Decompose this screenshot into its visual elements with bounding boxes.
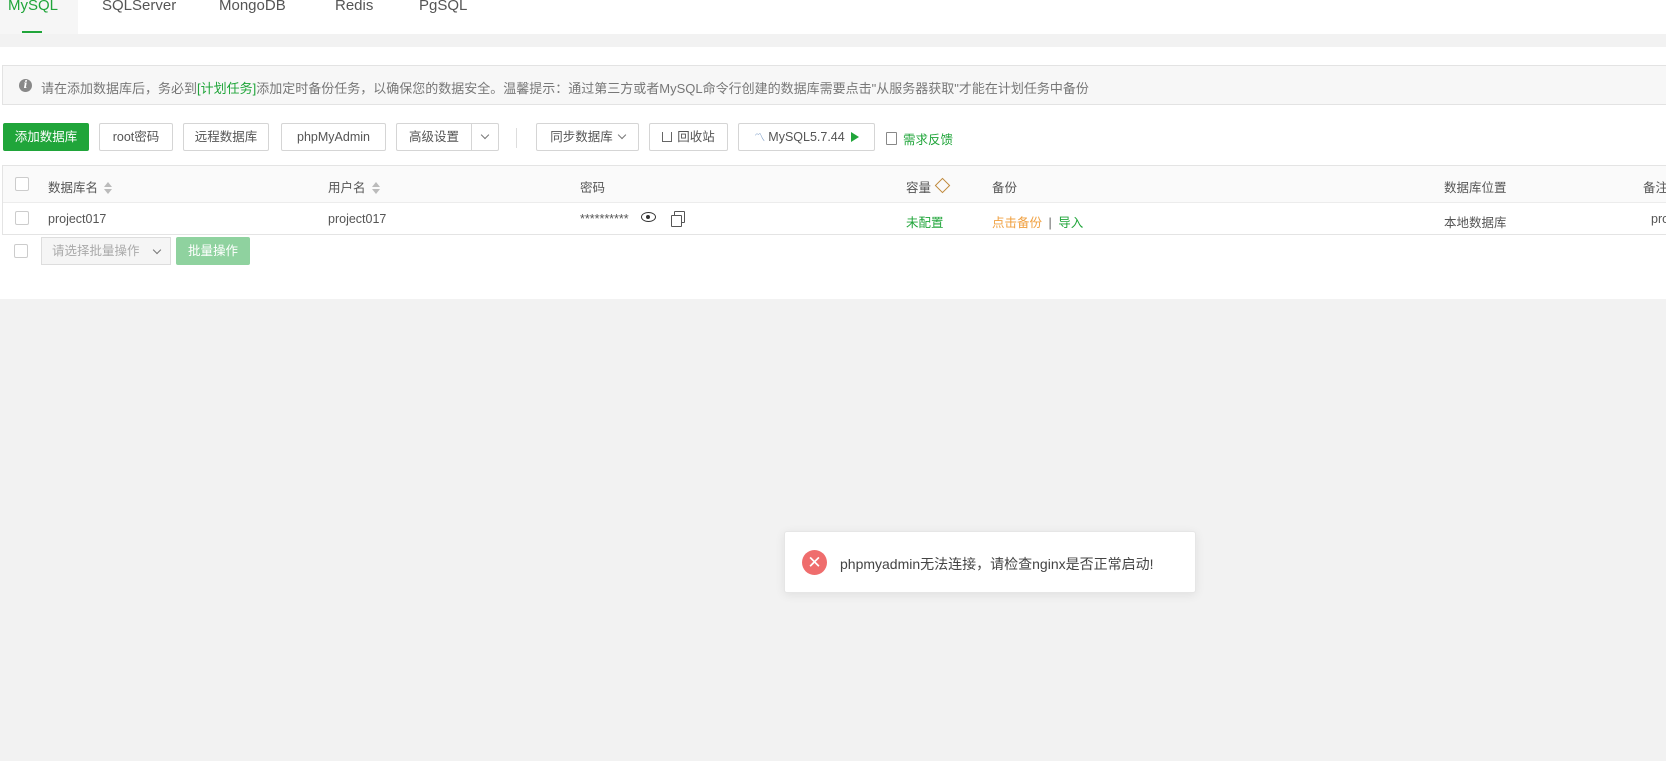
toast-message: phpmyadmin无法连接，请检查nginx是否正常启动! [840,556,1154,572]
mysql-dolphin-icon: 〽 [754,132,766,144]
notice-text: 请在添加数据库后，务必到[计划任务]添加定时备份任务，以确保您的数据安全。温馨提… [41,78,1089,97]
tab-label: MySQL [8,0,59,14]
feedback-link[interactable]: 需求反馈 [886,129,953,148]
tab-label: Redis [335,0,374,14]
tab-label: SQLServer [102,0,177,14]
header-location: 数据库位置 [1444,181,1507,195]
cell-location: 本地数据库 [1444,216,1507,230]
tab-label: PgSQL [419,0,468,14]
cell-database-name[interactable]: project017 [48,212,106,226]
notice-prefix: 请在添加数据库后，务必到 [41,81,198,96]
cell-username: project017 [328,212,387,226]
error-close-icon: ✕ [802,550,827,575]
remote-database-button[interactable]: 远程数据库 [183,123,269,151]
trash-icon [662,132,673,142]
error-toast: ✕ phpmyadmin无法连接，请检查nginx是否正常启动! [784,531,1196,593]
copy-password-icon[interactable] [670,211,685,227]
header-database-name[interactable]: 数据库名 [48,177,113,196]
batch-operation-select[interactable]: 请选择批量操作 [41,237,171,265]
backup-separator: | [1048,216,1052,230]
capacity-eye-icon[interactable] [934,177,951,194]
row-checkbox[interactable] [15,211,29,225]
info-icon: i [19,79,32,92]
play-icon [850,132,859,142]
batch-select-all-checkbox[interactable] [14,244,28,258]
backup-notice: i 请在添加数据库后，务必到[计划任务]添加定时备份任务，以确保您的数据安全。温… [2,65,1666,105]
add-database-button[interactable]: 添加数据库 [3,123,89,151]
header-backup: 备份 [992,181,1018,195]
database-panel: i 请在添加数据库后，务必到[计划任务]添加定时备份任务，以确保您的数据安全。温… [0,47,1666,299]
recycle-bin-button[interactable]: 回收站 [649,123,728,151]
chevron-down-icon [617,130,626,140]
phpmyadmin-button[interactable]: phpMyAdmin [281,123,386,151]
sort-icon[interactable] [371,182,380,194]
chevron-down-icon [152,245,162,255]
toolbar-divider [516,128,517,148]
document-icon [886,132,897,145]
cell-backup: 点击备份 | 导入 [992,212,1083,231]
tab-redis[interactable]: Redis [327,0,381,34]
table-header: 数据库名 用户名 密码 容量 备份 数据库位置 备注 [3,166,1666,203]
select-all-checkbox[interactable] [15,177,29,191]
active-tab-indicator [22,31,42,33]
sync-database-button[interactable]: 同步数据库 [536,123,639,151]
cell-password: ********** [580,211,685,227]
show-password-icon[interactable] [641,212,657,222]
advanced-settings-dropdown[interactable] [471,123,499,151]
db-type-tabs: MySQL SQLServer MongoDB Redis PgSQL [0,0,1666,34]
header-label: 数据库名 [48,181,99,195]
chevron-down-icon [480,130,490,140]
feedback-label: 需求反馈 [903,133,954,147]
tab-pgsql[interactable]: PgSQL [411,0,475,34]
header-username[interactable]: 用户名 [328,177,380,196]
cell-remark[interactable]: pro [1651,212,1666,226]
batch-select-placeholder: 请选择批量操作 [52,244,140,258]
batch-operation-button[interactable]: 批量操作 [176,237,250,265]
table-row: project017 project017 ********** 未配置 点击备… [3,202,1666,236]
password-mask: ********** [580,212,629,226]
cron-task-link[interactable]: [计划任务] [197,81,256,96]
import-link[interactable]: 导入 [1058,216,1083,230]
tab-label: MongoDB [219,0,286,14]
tab-sqlserver[interactable]: SQLServer [94,0,184,34]
header-label: 容量 [906,181,932,195]
tab-mongodb[interactable]: MongoDB [211,0,294,34]
recycle-bin-label: 回收站 [677,130,715,144]
mysql-version-label: MySQL5.7.44 [768,130,845,144]
tab-mysql[interactable]: MySQL [0,0,78,34]
header-capacity: 容量 [906,177,951,196]
cell-capacity[interactable]: 未配置 [906,212,944,231]
mysql-version-button[interactable]: 〽 MySQL5.7.44 [738,123,875,151]
sync-database-label: 同步数据库 [550,130,613,144]
notice-suffix: 添加定时备份任务，以确保您的数据安全。温馨提示：通过第三方或者MySQL命令行创… [256,81,1089,96]
sort-icon[interactable] [104,182,113,194]
header-password: 密码 [580,181,606,195]
root-password-button[interactable]: root密码 [99,123,173,151]
advanced-settings-button[interactable]: 高级设置 [396,123,471,151]
database-table: 数据库名 用户名 密码 容量 备份 数据库位置 备注 project017 pr… [2,165,1666,235]
header-remark: 备注 [1643,181,1666,195]
backup-now-link[interactable]: 点击备份 [992,216,1042,230]
header-label: 用户名 [328,181,366,195]
